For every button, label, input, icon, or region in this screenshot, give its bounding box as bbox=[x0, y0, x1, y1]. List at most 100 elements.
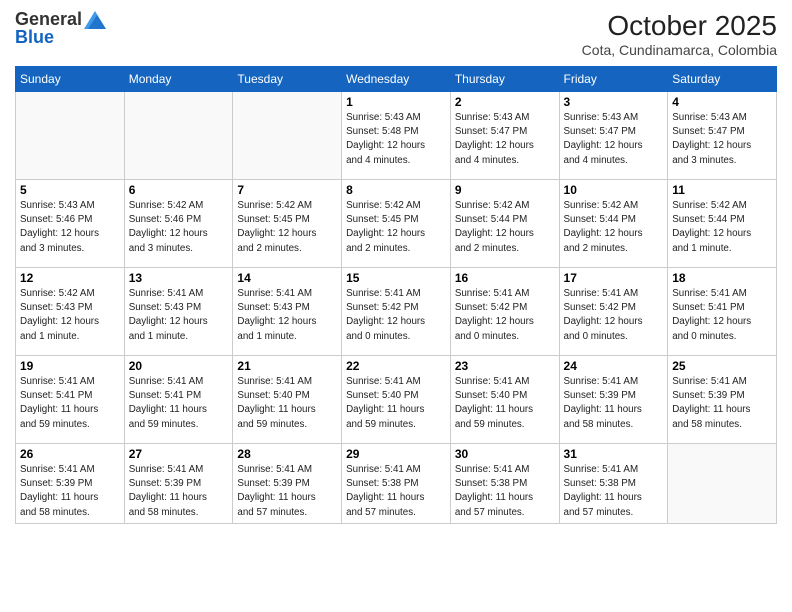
calendar-table: Sunday Monday Tuesday Wednesday Thursday… bbox=[15, 66, 777, 524]
table-row: 2 Sunrise: 5:43 AM Sunset: 5:47 PM Daylig… bbox=[450, 92, 559, 180]
day-info: Sunrise: 5:43 AM Sunset: 5:47 PM Dayligh… bbox=[672, 111, 772, 168]
title-block: October 2025 Cota, Cundinamarca, Colombi… bbox=[582, 10, 777, 58]
day-number: 2 bbox=[455, 95, 555, 109]
day-number: 4 bbox=[672, 95, 772, 109]
table-row: 9 Sunrise: 5:42 AM Sunset: 5:44 PM Daylig… bbox=[450, 180, 559, 268]
day-number: 20 bbox=[129, 359, 229, 373]
day-info: Sunrise: 5:41 AM Sunset: 5:38 PM Dayligh… bbox=[564, 463, 664, 520]
table-row: 20 Sunrise: 5:41 AM Sunset: 5:41 PM Dayli… bbox=[124, 356, 233, 444]
day-number: 24 bbox=[564, 359, 664, 373]
table-row: 5 Sunrise: 5:43 AM Sunset: 5:46 PM Daylig… bbox=[16, 180, 125, 268]
table-row: 28Sunrise: 5:41 AM Sunset: 5:39 PM Dayli… bbox=[233, 444, 342, 524]
table-row: 15 Sunrise: 5:41 AM Sunset: 5:42 PM Dayli… bbox=[342, 268, 451, 356]
table-row: 31 Sunrise: 5:41 AM Sunset: 5:38 PM Dayli… bbox=[559, 444, 668, 524]
col-sunday: Sunday bbox=[16, 67, 125, 92]
col-thursday: Thursday bbox=[450, 67, 559, 92]
table-row: 12 Sunrise: 5:42 AM Sunset: 5:43 PM Dayli… bbox=[16, 268, 125, 356]
day-number: 7 bbox=[237, 183, 337, 197]
table-row bbox=[668, 444, 777, 524]
day-number: 11 bbox=[672, 183, 772, 197]
col-saturday: Saturday bbox=[668, 67, 777, 92]
day-number: 25 bbox=[672, 359, 772, 373]
table-row: 24 Sunrise: 5:41 AM Sunset: 5:39 PM Dayli… bbox=[559, 356, 668, 444]
day-number: 23 bbox=[455, 359, 555, 373]
day-number: 6 bbox=[129, 183, 229, 197]
day-number: 27 bbox=[129, 447, 229, 461]
logo-blue-text: Blue bbox=[15, 27, 54, 47]
page: General Blue October 2025 Cota, Cundinam… bbox=[0, 0, 792, 612]
table-row bbox=[233, 92, 342, 180]
day-number: 14 bbox=[237, 271, 337, 285]
day-info: Sunrise: 5:41 AM Sunset: 5:38 PM Dayligh… bbox=[346, 463, 446, 520]
day-number: 15 bbox=[346, 271, 446, 285]
day-info: Sunrise: 5:41 AM Sunset: 5:42 PM Dayligh… bbox=[455, 287, 555, 344]
day-number: 30 bbox=[455, 447, 555, 461]
table-row: 27 Sunrise: 5:41 AM Sunset: 5:39 PM Dayli… bbox=[124, 444, 233, 524]
day-number: 13 bbox=[129, 271, 229, 285]
day-info: Sunrise: 5:43 AM Sunset: 5:48 PM Dayligh… bbox=[346, 111, 446, 168]
table-row: 21Sunrise: 5:41 AM Sunset: 5:40 PM Dayli… bbox=[233, 356, 342, 444]
day-number: 16 bbox=[455, 271, 555, 285]
table-row: 29 Sunrise: 5:41 AM Sunset: 5:38 PM Dayli… bbox=[342, 444, 451, 524]
day-info: Sunrise: 5:42 AM Sunset: 5:44 PM Dayligh… bbox=[672, 199, 772, 256]
day-number: 5 bbox=[20, 183, 120, 197]
day-number: 9 bbox=[455, 183, 555, 197]
day-info: Sunrise: 5:41 AM Sunset: 5:42 PM Dayligh… bbox=[346, 287, 446, 344]
day-number: 1 bbox=[346, 95, 446, 109]
day-info: Sunrise: 5:41 AM Sunset: 5:39 PM Dayligh… bbox=[564, 375, 664, 432]
day-info: Sunrise: 5:42 AM Sunset: 5:44 PM Dayligh… bbox=[455, 199, 555, 256]
day-number: 3 bbox=[564, 95, 664, 109]
table-row bbox=[16, 92, 125, 180]
table-row: 10 Sunrise: 5:42 AM Sunset: 5:44 PM Dayli… bbox=[559, 180, 668, 268]
day-info: Sunrise: 5:43 AM Sunset: 5:46 PM Dayligh… bbox=[20, 199, 120, 256]
table-row: 14 Sunrise: 5:41 AM Sunset: 5:43 PM Dayli… bbox=[233, 268, 342, 356]
day-info: Sunrise: 5:42 AM Sunset: 5:45 PM Dayligh… bbox=[237, 199, 337, 256]
day-info: Sunrise: 5:42 AM Sunset: 5:43 PM Dayligh… bbox=[20, 287, 120, 344]
day-number: 10 bbox=[564, 183, 664, 197]
day-number: 29 bbox=[346, 447, 446, 461]
table-row: 26Sunrise: 5:41 AM Sunset: 5:39 PM Dayli… bbox=[16, 444, 125, 524]
day-info: Sunrise: 5:41 AM Sunset: 5:43 PM Dayligh… bbox=[129, 287, 229, 344]
table-row: 13 Sunrise: 5:41 AM Sunset: 5:43 PM Dayli… bbox=[124, 268, 233, 356]
calendar-week-row: 19 Sunrise: 5:41 AM Sunset: 5:41 PM Dayli… bbox=[16, 356, 777, 444]
day-info: Sunrise: 5:42 AM Sunset: 5:46 PM Dayligh… bbox=[129, 199, 229, 256]
day-info: Sunrise: 5:41 AM Sunset: 5:38 PM Dayligh… bbox=[455, 463, 555, 520]
day-info: Sunrise: 5:41 AM Sunset: 5:42 PM Dayligh… bbox=[564, 287, 664, 344]
col-friday: Friday bbox=[559, 67, 668, 92]
day-info: Sunrise: 5:41 AM Sunset: 5:41 PM Dayligh… bbox=[129, 375, 229, 432]
day-info: Sunrise: 5:42 AM Sunset: 5:44 PM Dayligh… bbox=[564, 199, 664, 256]
table-row: 7 Sunrise: 5:42 AM Sunset: 5:45 PM Daylig… bbox=[233, 180, 342, 268]
day-info: Sunrise: 5:43 AM Sunset: 5:47 PM Dayligh… bbox=[455, 111, 555, 168]
header: General Blue October 2025 Cota, Cundinam… bbox=[15, 10, 777, 58]
day-info: Sunrise: 5:41 AM Sunset: 5:39 PM Dayligh… bbox=[672, 375, 772, 432]
calendar-header-row: Sunday Monday Tuesday Wednesday Thursday… bbox=[16, 67, 777, 92]
logo-icon bbox=[84, 11, 106, 29]
day-info: Sunrise: 5:41 AM Sunset: 5:40 PM Dayligh… bbox=[455, 375, 555, 432]
table-row: 30 Sunrise: 5:41 AM Sunset: 5:38 PM Dayli… bbox=[450, 444, 559, 524]
day-number: 18 bbox=[672, 271, 772, 285]
day-info: Sunrise: 5:41 AM Sunset: 5:39 PM Dayligh… bbox=[237, 463, 337, 520]
day-number: 31 bbox=[564, 447, 664, 461]
day-info: Sunrise: 5:41 AM Sunset: 5:39 PM Dayligh… bbox=[129, 463, 229, 520]
calendar-week-row: 12 Sunrise: 5:42 AM Sunset: 5:43 PM Dayli… bbox=[16, 268, 777, 356]
day-info: Sunrise: 5:41 AM Sunset: 5:39 PM Dayligh… bbox=[20, 463, 120, 520]
table-row: 18 Sunrise: 5:41 AM Sunset: 5:41 PM Dayli… bbox=[668, 268, 777, 356]
day-info: Sunrise: 5:42 AM Sunset: 5:45 PM Dayligh… bbox=[346, 199, 446, 256]
day-info: Sunrise: 5:41 AM Sunset: 5:41 PM Dayligh… bbox=[672, 287, 772, 344]
table-row: 19Sunrise: 5:41 AM Sunset: 5:41 PM Dayli… bbox=[16, 356, 125, 444]
day-info: Sunrise: 5:41 AM Sunset: 5:43 PM Dayligh… bbox=[237, 287, 337, 344]
table-row: 4 Sunrise: 5:43 AM Sunset: 5:47 PM Daylig… bbox=[668, 92, 777, 180]
calendar-week-row: 26Sunrise: 5:41 AM Sunset: 5:39 PM Dayli… bbox=[16, 444, 777, 524]
logo: General Blue bbox=[15, 10, 106, 48]
table-row: 23 Sunrise: 5:41 AM Sunset: 5:40 PM Dayli… bbox=[450, 356, 559, 444]
table-row: 22Sunrise: 5:41 AM Sunset: 5:40 PM Dayli… bbox=[342, 356, 451, 444]
table-row: 11 Sunrise: 5:42 AM Sunset: 5:44 PM Dayli… bbox=[668, 180, 777, 268]
day-number: 8 bbox=[346, 183, 446, 197]
table-row: 8 Sunrise: 5:42 AM Sunset: 5:45 PM Daylig… bbox=[342, 180, 451, 268]
day-number: 21 bbox=[237, 359, 337, 373]
day-number: 12 bbox=[20, 271, 120, 285]
day-number: 19 bbox=[20, 359, 120, 373]
table-row: 1 Sunrise: 5:43 AM Sunset: 5:48 PM Daylig… bbox=[342, 92, 451, 180]
table-row bbox=[124, 92, 233, 180]
day-number: 17 bbox=[564, 271, 664, 285]
